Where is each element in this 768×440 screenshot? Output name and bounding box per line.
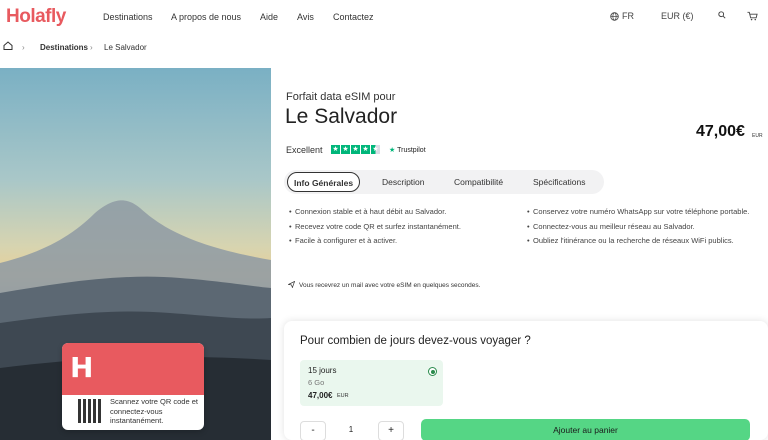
mail-note-text: Vous recevrez un mail avec votre eSIM en… [299,282,481,289]
search-icon [718,11,726,19]
product-tabs: Info Générales Description Compatibilité… [284,170,604,194]
tab-description[interactable]: Description [382,177,425,187]
nav-help[interactable]: Aide [260,12,278,22]
plan-data: 6 Go [308,378,325,387]
star-icon: ★ [331,145,340,154]
top-header: Holafly Destinations A propos de nous Ai… [0,0,768,36]
currency-label: EUR (€) [661,11,694,21]
esim-card: H Scannez votre QR code et connectez-vou… [62,343,204,430]
feature-item: Facile à configurer et à activer. [289,236,509,246]
trustpilot-stars[interactable]: ★ ★ ★ ★ ★ [331,145,380,154]
plan-price: 47,00€ [308,391,333,400]
mail-note: Vous recevrez un mail avec votre eSIM en… [287,280,481,289]
product-pretitle: Forfait data eSIM pour [286,91,396,103]
home-icon[interactable] [3,41,13,50]
breadcrumb-separator: › [90,42,93,52]
quantity-value[interactable]: 1 [336,425,366,434]
currency-selector[interactable]: EUR (€) [661,11,694,21]
product-price: 47,00€ [696,123,745,140]
trustpilot-star-icon: ★ [389,147,396,154]
nav-about[interactable]: A propos de nous [171,12,241,22]
plan-days: 15 jours [308,366,337,375]
days-question: Pour combien de jours devez-vous voyager… [300,335,531,347]
feature-item: Connexion stable et à haut débit au Salv… [289,207,509,217]
send-icon [287,280,296,289]
trustpilot-text: Trustpilot [397,147,426,154]
holafly-logo[interactable]: Holafly [6,6,66,28]
product-title: Le Salvador [285,105,398,128]
trustpilot-label[interactable]: ★ Trustpilot [389,146,426,154]
nav-destinations[interactable]: Destinations [103,12,153,22]
booking-panel: Pour combien de jours devez-vous voyager… [284,321,768,440]
globe-icon [610,11,619,21]
star-icon: ★ [341,145,350,154]
search-button[interactable] [718,11,726,19]
esim-card-header: H [62,343,204,395]
plan-radio[interactable] [428,367,437,376]
breadcrumb-separator: › [22,42,25,52]
tab-general-info[interactable]: Info Générales [287,172,361,192]
language-selector[interactable]: FR [610,11,634,21]
plan-price-currency: EUR [337,393,349,399]
breadcrumb-current: Le Salvador [104,42,147,52]
qr-code-icon [78,399,102,423]
card-instructions: Scannez votre QR code et connectez-vous … [110,397,198,425]
feature-item: Connectez-vous au meilleur réseau au Sal… [527,222,759,232]
feature-item: Conservez votre numéro WhatsApp sur votr… [527,207,759,217]
rating-label: Excellent [286,145,323,155]
price-currency: EUR [752,133,763,139]
tab-specifications[interactable]: Spécifications [533,177,585,187]
cart-button[interactable] [747,11,758,21]
breadcrumb-destinations[interactable]: Destinations [40,43,88,52]
star-half-icon: ★ [371,145,380,154]
quantity-decrease-button[interactable]: - [300,421,326,440]
plan-option-15-days[interactable]: 15 jours 6 Go 47,00€ EUR [300,360,443,406]
quantity-increase-button[interactable]: + [378,421,404,440]
card-logo: H [70,351,94,384]
feature-item: Oubliez l'itinérance ou la recherche de … [527,236,759,246]
quantity-stepper: - 1 + [300,421,408,440]
nav-reviews[interactable]: Avis [297,12,314,22]
star-icon: ★ [351,145,360,154]
nav-contact[interactable]: Contactez [333,12,374,22]
cart-icon [747,11,758,21]
feature-item: Recevez votre code QR et surfez instanta… [289,222,509,232]
features-list-right: Conservez votre numéro WhatsApp sur votr… [527,207,759,251]
star-icon: ★ [361,145,370,154]
language-label: FR [622,11,634,21]
features-list-left: Connexion stable et à haut débit au Salv… [289,207,509,251]
tab-compatibility[interactable]: Compatibilité [454,177,503,187]
add-to-cart-button[interactable]: Ajouter au panier [421,419,750,440]
